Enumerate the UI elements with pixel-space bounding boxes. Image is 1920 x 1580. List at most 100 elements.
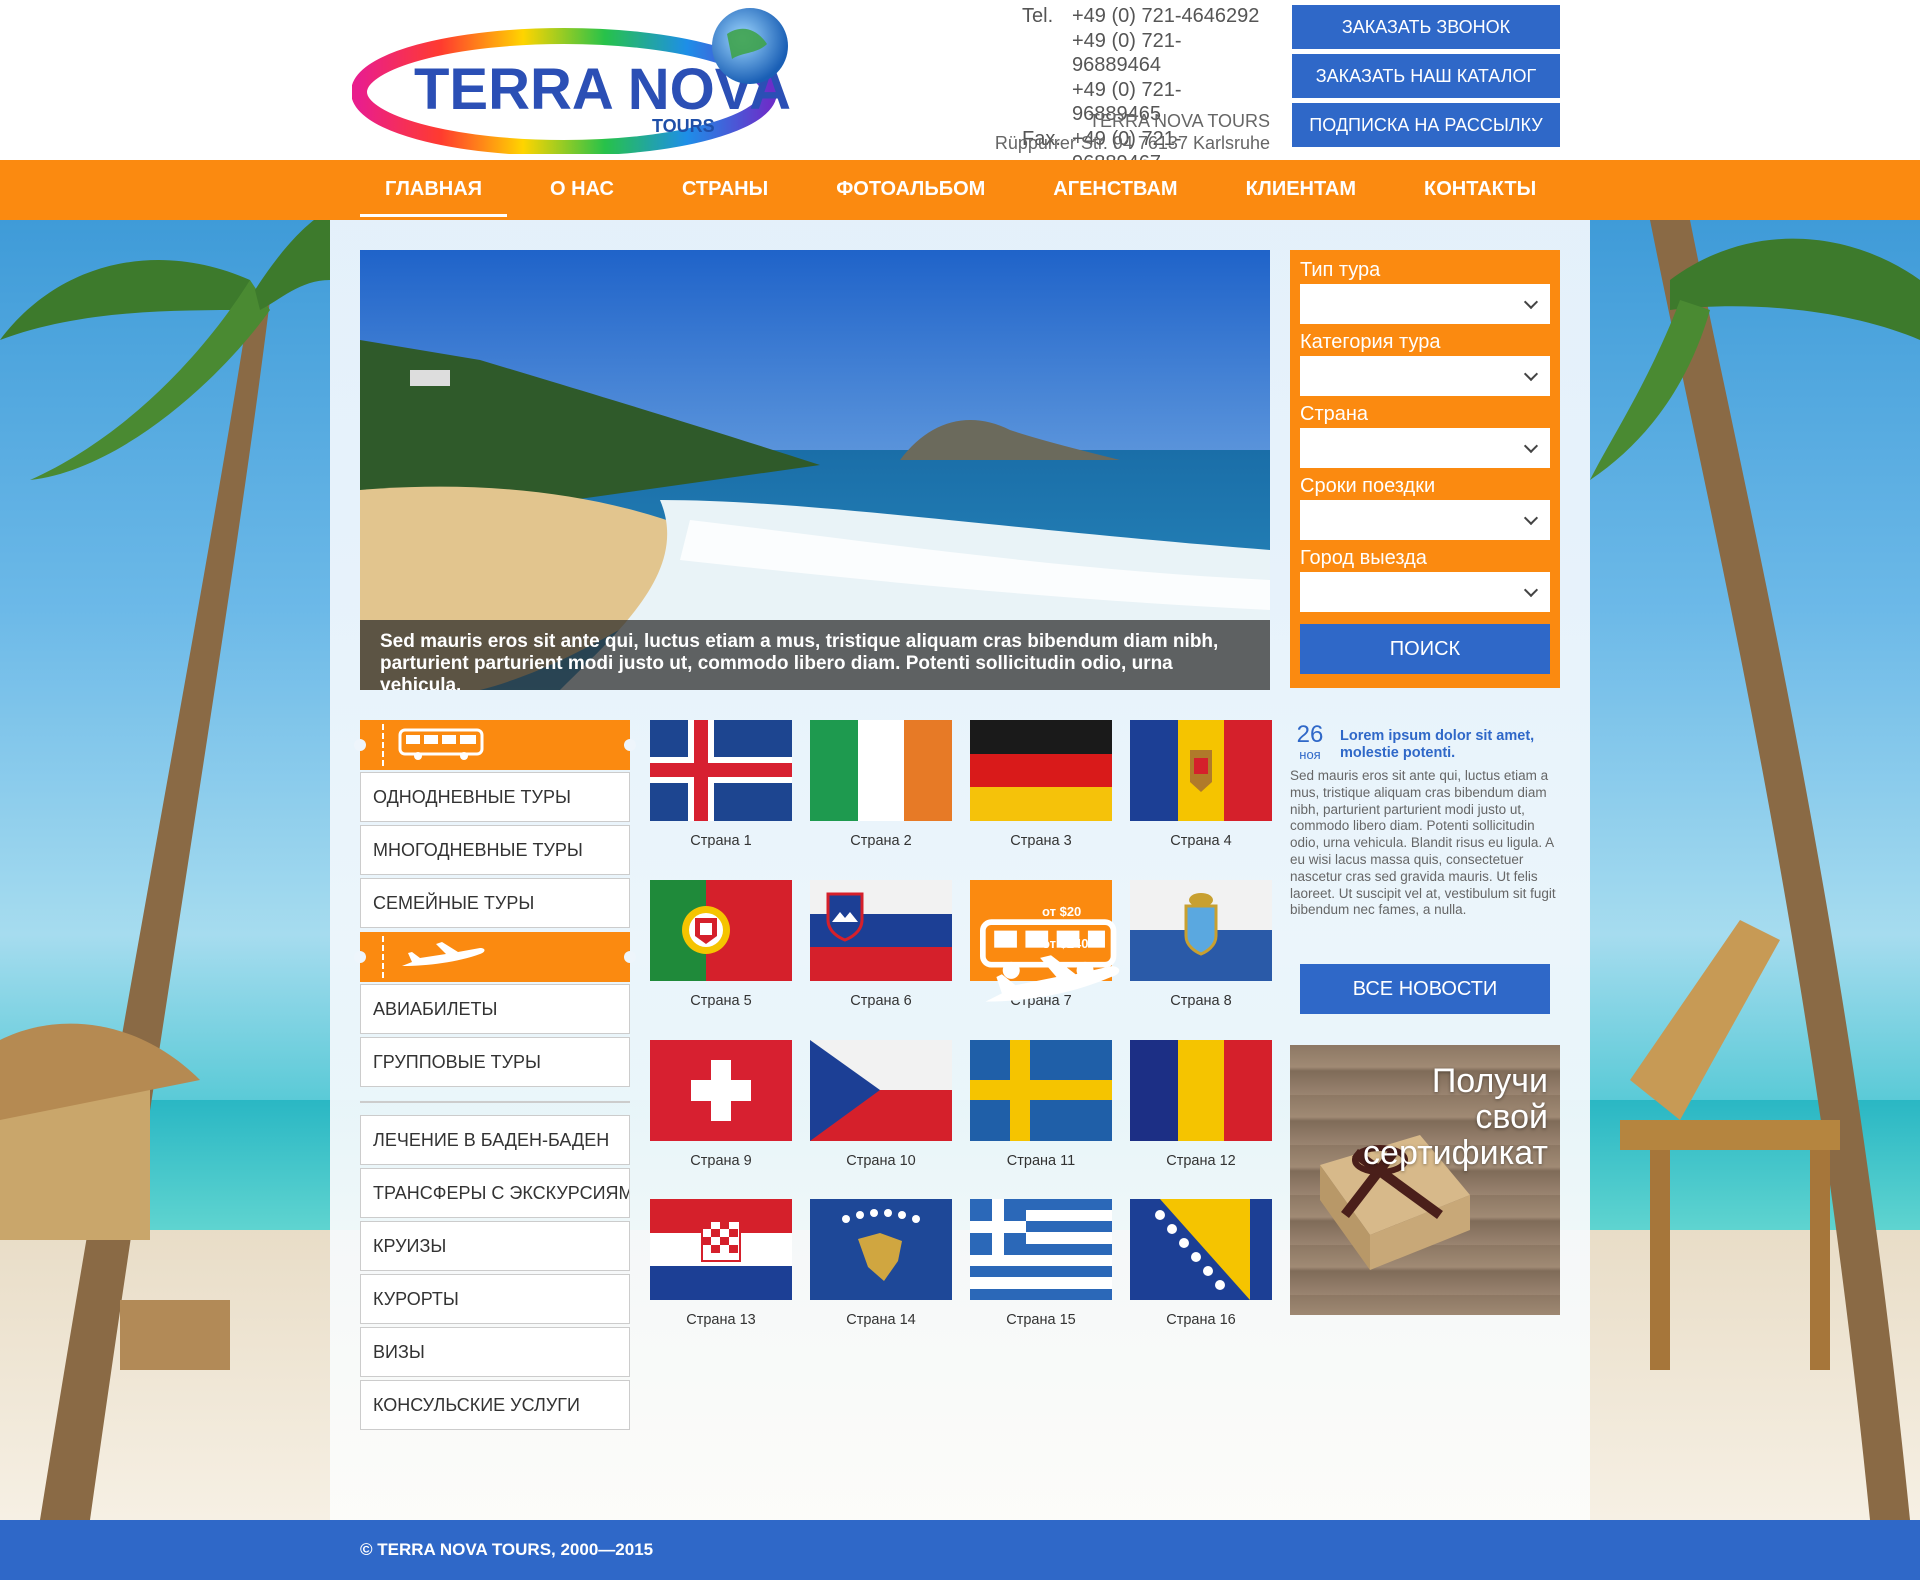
menu-resorts[interactable]: КУРОРТЫ	[360, 1274, 630, 1324]
country-label: Страна 14	[846, 1312, 916, 1328]
country-label: Страна 5	[690, 993, 752, 1009]
flag-germany-icon	[970, 720, 1112, 821]
copyright: © TERRA NOVA TOURS, 2000—2015	[360, 1540, 654, 1559]
country-label: Страна 4	[1170, 833, 1232, 849]
country-card-15[interactable]: Страна 15	[970, 1199, 1112, 1339]
search-button[interactable]: ПОИСК	[1300, 624, 1550, 674]
menu-multi-day-tours[interactable]: МНОГОДНЕВНЫЕ ТУРЫ	[360, 825, 630, 875]
main-nav: ГЛАВНАЯ О НАС СТРАНЫ ФОТОАЛЬБОМ АГЕНСТВА…	[0, 160, 1920, 220]
menu-transfers-excursions[interactable]: ТРАНСФЕРЫ С ЭКСКУРСИЯМИ	[360, 1168, 630, 1218]
country-card-2[interactable]: Страна 2	[810, 720, 952, 860]
country-card-7-promo[interactable]: от $20 от $240 Страна 7	[970, 880, 1120, 1020]
country-card-11[interactable]: Страна 11	[970, 1040, 1112, 1180]
bus-price: от $20	[1042, 904, 1082, 919]
country-card-3[interactable]: Страна 3	[970, 720, 1112, 860]
menu-baden-baden-treatment[interactable]: ЛЕЧЕНИЕ В БАДЕН-БАДЕН	[360, 1115, 630, 1165]
country-label: Страна 11	[1006, 1153, 1076, 1169]
country-label: Страна 15	[1006, 1312, 1076, 1328]
menu-cruises[interactable]: КРУИЗЫ	[360, 1221, 630, 1271]
nav-countries[interactable]: СТРАНЫ	[657, 160, 793, 220]
flag-switzerland-icon	[650, 1040, 792, 1141]
country-label: Страна 16	[1166, 1312, 1236, 1328]
country-label: Страна 3	[1010, 833, 1072, 849]
terra-nova-logo[interactable]: TERRA NOVA TOURS	[352, 4, 802, 154]
tour-category-label: Категория тура	[1300, 331, 1441, 353]
company-address: TERRA NOVA TOURS Rüppurrer Str. 94 76137…	[900, 110, 1270, 154]
flag-ireland-icon	[810, 720, 952, 821]
menu-family-tours[interactable]: СЕМЕЙНЫЕ ТУРЫ	[360, 878, 630, 928]
logo-subtext: TOURS	[652, 116, 715, 136]
country-label: Страна 12	[1166, 1153, 1236, 1169]
hero-slider[interactable]: Sed mauris eros sit ante qui, luctus eti…	[360, 250, 1270, 690]
tour-type-select[interactable]	[1300, 284, 1550, 324]
flag-moldova-icon	[1130, 720, 1272, 821]
country-card-8[interactable]: Страна 8	[1130, 880, 1272, 1020]
country-card-4[interactable]: Страна 4	[1130, 720, 1272, 860]
country-card-10[interactable]: Страна 10	[810, 1040, 952, 1180]
country-card-9[interactable]: Страна 9	[650, 1040, 792, 1180]
country-card-14[interactable]: Страна 14	[810, 1199, 952, 1339]
menu-group-tours[interactable]: ГРУППОВЫЕ ТУРЫ	[360, 1037, 630, 1087]
palm-tree-right-image	[1590, 220, 1920, 1520]
menu-visas[interactable]: ВИЗЫ	[360, 1327, 630, 1377]
certificate-line-3: сертификат	[1363, 1134, 1548, 1172]
phone-1[interactable]: +49 (0) 721-4646292	[1072, 4, 1270, 29]
news-title[interactable]: Lorem ipsum dolor sit amet, molestie pot…	[1340, 728, 1560, 762]
nav-agencies[interactable]: АГЕНСТВАМ	[1028, 160, 1202, 220]
flag-san-marino-icon	[1130, 880, 1272, 981]
gift-certificate-banner[interactable]: Получи свой сертификат	[1290, 1045, 1560, 1315]
order-call-button[interactable]: ЗАКАЗАТЬ ЗВОНОК	[1292, 5, 1560, 49]
departure-city-select[interactable]	[1300, 572, 1550, 612]
tel-label: Tel.	[1022, 5, 1054, 27]
news-day: 26	[1296, 721, 1324, 748]
news-text: Sed mauris eros sit ante qui, luctus eti…	[1290, 768, 1556, 918]
flag-czech-icon	[810, 1040, 952, 1141]
bus-tours-header	[354, 720, 636, 770]
all-news-button[interactable]: ВСЕ НОВОСТИ	[1300, 964, 1550, 1014]
order-catalog-button[interactable]: ЗАКАЗАТЬ НАШ КАТАЛОГ	[1292, 54, 1560, 98]
tour-type-label: Тип тура	[1300, 259, 1381, 281]
country-label: Страна 9	[690, 1153, 752, 1169]
nav-contacts[interactable]: КОНТАКТЫ	[1399, 160, 1561, 220]
country-card-5[interactable]: Страна 5	[650, 880, 792, 1020]
flag-sweden-icon	[970, 1040, 1112, 1141]
nav-clients[interactable]: КЛИЕНТАМ	[1221, 160, 1381, 220]
country-label: Страна 2	[850, 833, 912, 849]
airplane-icon	[402, 942, 485, 966]
menu-consular-services[interactable]: КОНСУЛЬСКИЕ УСЛУГИ	[360, 1380, 630, 1430]
flag-romania-icon	[1130, 1040, 1272, 1141]
news-date: 26 ноя	[1290, 722, 1330, 762]
menu-one-day-tours[interactable]: ОДНОДНЕВНЫЕ ТУРЫ	[360, 772, 630, 822]
country-label: Страна 6	[850, 993, 912, 1009]
country-card-1[interactable]: Страна 1	[650, 720, 792, 860]
flag-slovenia-icon	[810, 880, 952, 981]
country-card-13[interactable]: Страна 13	[650, 1199, 792, 1339]
news-month: ноя	[1299, 747, 1321, 762]
country-card-12[interactable]: Страна 12	[1130, 1040, 1272, 1180]
tour-search-form: Тип тура Категория тура Страна Сроки пое…	[1290, 250, 1560, 688]
price-promo-card: от $20 от $240	[970, 880, 1120, 1002]
flag-portugal-icon	[650, 880, 792, 981]
country-card-16[interactable]: Страна 16	[1130, 1199, 1272, 1339]
country-label: Страна 10	[846, 1153, 916, 1169]
nav-photoalbum[interactable]: ФОТОАЛЬБОМ	[811, 160, 1010, 220]
trip-dates-select[interactable]	[1300, 500, 1550, 540]
phone-2[interactable]: +49 (0) 721-96889464	[1072, 29, 1270, 78]
flag-iceland-icon	[650, 720, 792, 821]
palm-tree-left-image	[0, 220, 330, 1520]
nav-home[interactable]: ГЛАВНАЯ	[360, 160, 508, 220]
menu-air-tickets[interactable]: АВИАБИЛЕТЫ	[360, 984, 630, 1034]
certificate-line-2: свой	[1475, 1098, 1548, 1136]
air-tours-header	[354, 932, 636, 982]
tour-category-select[interactable]	[1300, 356, 1550, 396]
hero-caption-line-2: parturient parturient modi justo ut, com…	[380, 653, 1173, 690]
footer: © TERRA NOVA TOURS, 2000—2015	[0, 1520, 1920, 1580]
menu-divider	[360, 1101, 630, 1103]
nav-about[interactable]: О НАС	[525, 160, 639, 220]
country-select[interactable]	[1300, 428, 1550, 468]
country-card-6[interactable]: Страна 6	[810, 880, 952, 1020]
company-name: TERRA NOVA TOURS	[1088, 111, 1270, 131]
air-price: от $240	[1042, 936, 1089, 951]
newsletter-subscribe-button[interactable]: ПОДПИСКА НА РАССЫЛКУ	[1292, 103, 1560, 147]
country-label: Страна	[1300, 403, 1369, 425]
